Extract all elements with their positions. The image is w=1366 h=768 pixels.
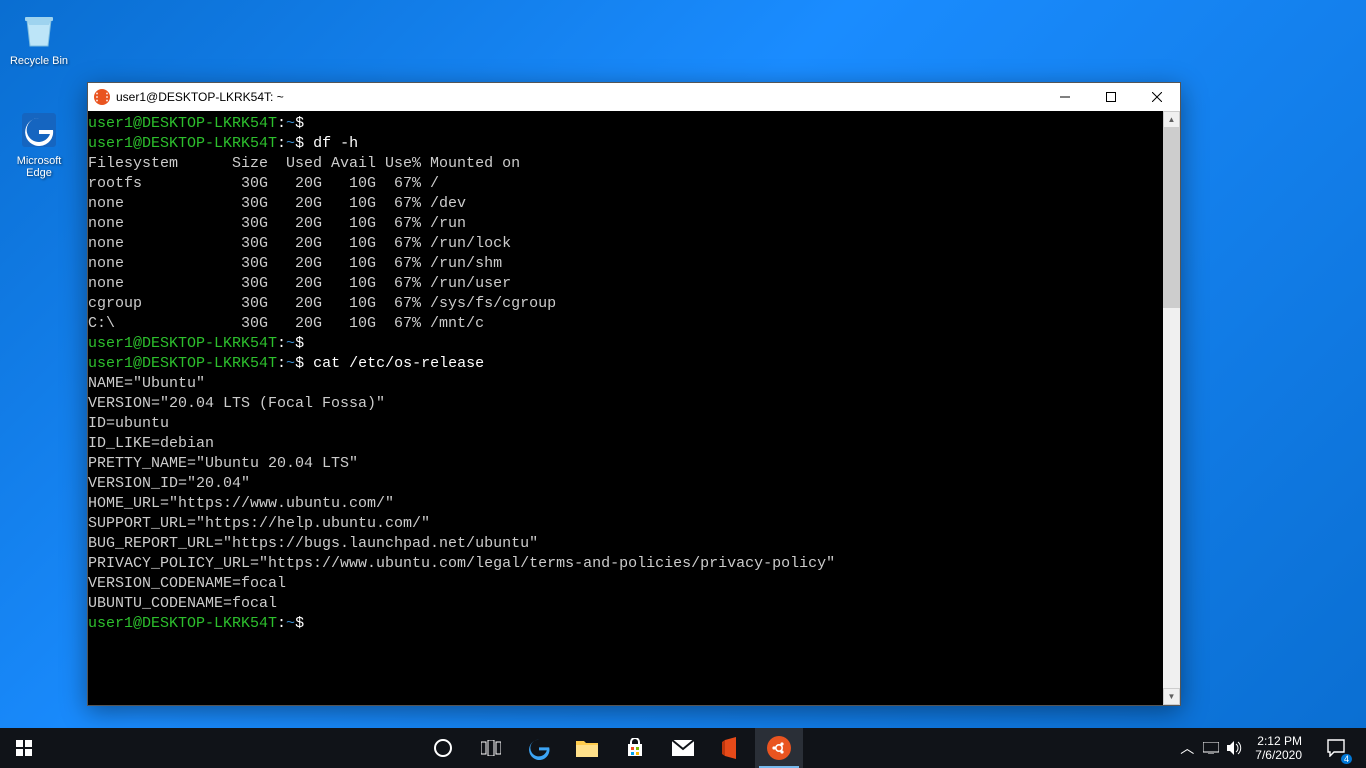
taskbar-center <box>48 728 1173 768</box>
edge-icon <box>17 108 61 152</box>
desktop-icon-label: Recycle Bin <box>4 55 74 67</box>
microsoft-edge-icon[interactable]: Microsoft Edge <box>4 108 74 179</box>
taskbar-mail[interactable] <box>659 728 707 768</box>
ubuntu-icon: ⋮⋮ <box>94 89 110 105</box>
terminal-output[interactable]: user1@DESKTOP-LKRK54T:~$ user1@DESKTOP-L… <box>88 111 1163 705</box>
cortana-button[interactable] <box>419 728 467 768</box>
trash-icon <box>17 8 61 52</box>
scroll-thumb[interactable] <box>1163 128 1180 308</box>
date-text: 7/6/2020 <box>1255 748 1302 762</box>
titlebar[interactable]: ⋮⋮ user1@DESKTOP-LKRK54T: ~ <box>88 83 1180 111</box>
window-title: user1@DESKTOP-LKRK54T: ~ <box>116 90 1042 104</box>
time-text: 2:12 PM <box>1255 734 1302 748</box>
close-button[interactable] <box>1134 83 1180 111</box>
terminal-window: ⋮⋮ user1@DESKTOP-LKRK54T: ~ user1@DESKTO… <box>87 82 1181 706</box>
action-center-button[interactable]: 4 <box>1314 728 1358 768</box>
system-tray: ︿ 2:12 PM 7/6/2020 4 <box>1173 728 1366 768</box>
notification-badge: 4 <box>1341 754 1352 764</box>
taskbar-store[interactable] <box>611 728 659 768</box>
scroll-down-button[interactable]: ▼ <box>1163 688 1180 705</box>
taskbar-office[interactable] <box>707 728 755 768</box>
desktop: Recycle Bin Microsoft Edge ⋮⋮ user1@DESK… <box>0 0 1366 768</box>
recycle-bin-icon[interactable]: Recycle Bin <box>4 8 74 67</box>
scroll-track[interactable] <box>1163 128 1180 688</box>
scrollbar[interactable]: ▲ ▼ <box>1163 111 1180 705</box>
maximize-button[interactable] <box>1088 83 1134 111</box>
minimize-button[interactable] <box>1042 83 1088 111</box>
taskbar-ubuntu[interactable] <box>755 728 803 768</box>
start-button[interactable] <box>0 728 48 768</box>
tray-chevron-icon[interactable]: ︿ <box>1179 738 1195 758</box>
taskbar-edge[interactable] <box>515 728 563 768</box>
tray-volume-icon[interactable] <box>1227 741 1243 755</box>
scroll-up-button[interactable]: ▲ <box>1163 111 1180 128</box>
clock[interactable]: 2:12 PM 7/6/2020 <box>1251 734 1306 762</box>
taskbar: ︿ 2:12 PM 7/6/2020 4 <box>0 728 1366 768</box>
task-view-button[interactable] <box>467 728 515 768</box>
taskbar-file-explorer[interactable] <box>563 728 611 768</box>
tray-monitor-icon[interactable] <box>1203 742 1219 754</box>
desktop-icon-label: Microsoft Edge <box>4 155 74 179</box>
